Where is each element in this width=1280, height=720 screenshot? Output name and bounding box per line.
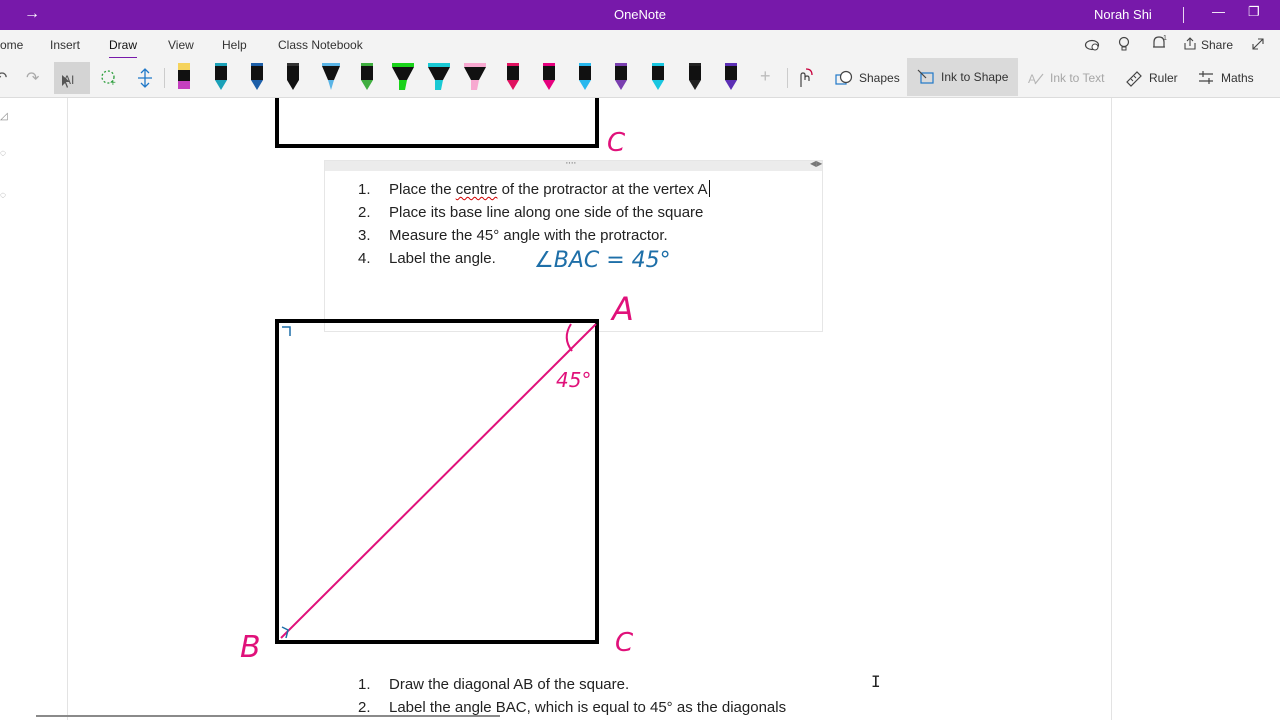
pen-blue-icon[interactable] <box>248 60 266 92</box>
pen-green-icon[interactable] <box>358 60 376 92</box>
ink-drawing-layer <box>275 98 599 644</box>
sync-status-icon[interactable] <box>1084 36 1100 52</box>
ink-to-shape-button[interactable]: Ink to Shape <box>907 58 1019 96</box>
ruler-label: Ruler <box>1149 71 1178 85</box>
highlighter-cyan-icon[interactable] <box>426 60 452 92</box>
titlebar-separator <box>1183 7 1184 23</box>
shapes-icon <box>835 70 853 85</box>
share-button[interactable]: Share <box>1201 38 1233 52</box>
shapes-label: Shapes <box>859 71 900 85</box>
pen-sky-icon[interactable] <box>576 60 594 92</box>
lightbulb-icon[interactable] <box>1117 36 1131 52</box>
ink-label-45[interactable]: 45° <box>556 368 591 392</box>
restore-icon[interactable]: ❐ <box>1248 4 1260 20</box>
top-square-partial[interactable] <box>275 98 599 148</box>
svg-text:+: + <box>110 78 116 88</box>
highlighter-pen-1-icon[interactable] <box>175 60 193 92</box>
steps-list-bottom[interactable]: 1. Draw the diagonal AB of the square. 2.… <box>358 673 786 719</box>
add-pen-icon[interactable]: + <box>760 66 771 87</box>
highlighter-pink-icon[interactable] <box>462 60 488 92</box>
maths-icon <box>1199 71 1213 84</box>
redo-icon[interactable]: ↷ <box>26 68 39 88</box>
ink-replay-icon[interactable] <box>796 67 814 89</box>
highlighter-green-icon[interactable] <box>390 60 416 92</box>
onenote-window: → OneNote Norah Shi — ❐ ome Insert Draw … <box>0 0 1280 720</box>
list-item[interactable]: 1. Draw the diagonal AB of the square. <box>358 673 786 696</box>
ink-to-text-button[interactable]: A Ink to Text <box>1028 68 1104 88</box>
toolbar-separator <box>787 68 788 88</box>
horizontal-scrollbar[interactable] <box>36 715 500 717</box>
draw-toolbar: ↶ ↷ AI + + Shapes Ink to Shape A Ink to … <box>0 58 1280 98</box>
pen-aqua-icon[interactable] <box>649 60 667 92</box>
pen-magenta-icon[interactable] <box>540 60 558 92</box>
undo-icon[interactable]: ↶ <box>0 68 7 88</box>
expand-icon[interactable] <box>1251 37 1265 51</box>
ink-to-shape-icon <box>917 69 934 84</box>
pen-black-2-icon[interactable] <box>686 60 704 92</box>
share-icon[interactable] <box>1183 37 1197 51</box>
user-name[interactable]: Norah Shi <box>1094 7 1152 22</box>
tab-view[interactable]: View <box>168 38 194 52</box>
type-select-button[interactable]: AI <box>54 62 90 94</box>
ink-to-text-icon: A <box>1028 72 1044 86</box>
ink-label-a[interactable]: A <box>612 290 634 328</box>
right-angle-mark <box>282 326 291 336</box>
maths-button[interactable]: Maths <box>1197 68 1254 88</box>
angle-arc[interactable] <box>565 323 573 352</box>
notification-bell-icon[interactable]: 1 <box>1150 34 1168 52</box>
ink-to-shape-label: Ink to Shape <box>941 70 1009 84</box>
toolbar-separator <box>164 68 165 88</box>
pen-lightblue-icon[interactable] <box>320 60 342 92</box>
ink-label-b[interactable]: B <box>240 630 261 665</box>
title-bar: → OneNote Norah Shi — ❐ <box>0 0 1280 30</box>
ruler-icon <box>1126 71 1142 87</box>
pen-purple-icon[interactable] <box>612 60 630 92</box>
pen-crimson-icon[interactable] <box>504 60 522 92</box>
ruler-button[interactable]: Ruler <box>1125 68 1178 88</box>
tab-insert[interactable]: Insert <box>50 38 80 52</box>
maths-label: Maths <box>1221 71 1254 85</box>
tab-draw[interactable]: Draw <box>109 38 138 60</box>
pen-violet-icon[interactable] <box>722 60 740 92</box>
tab-help[interactable]: Help <box>222 38 247 52</box>
svg-text:A: A <box>1028 72 1036 86</box>
lasso-select-icon[interactable]: + <box>99 68 119 88</box>
ink-label-c-bottom[interactable]: C <box>615 628 633 658</box>
diagonal-line[interactable] <box>280 323 597 639</box>
ink-label-c-top[interactable]: C <box>607 128 625 158</box>
ink-to-text-label: Ink to Text <box>1050 71 1105 85</box>
shapes-button[interactable]: Shapes <box>835 68 900 88</box>
tab-class-notebook[interactable]: Class Notebook <box>278 38 363 52</box>
minimize-icon[interactable]: — <box>1212 4 1225 19</box>
pen-teal-icon[interactable] <box>212 60 230 92</box>
svg-text:1: 1 <box>1163 35 1167 42</box>
ibeam-cursor-icon: I <box>871 672 881 691</box>
add-space-icon[interactable] <box>137 67 153 89</box>
tab-home[interactable]: ome <box>0 38 23 52</box>
ribbon-tabs: ome Insert Draw View Help Class Notebook… <box>0 30 1280 60</box>
page-canvas[interactable]: ◿ ◌ ◌ ···· ◀▶ 1. Place the centre of the … <box>0 98 1280 720</box>
pen-black-icon[interactable] <box>284 60 302 92</box>
app-title: OneNote <box>613 7 667 22</box>
